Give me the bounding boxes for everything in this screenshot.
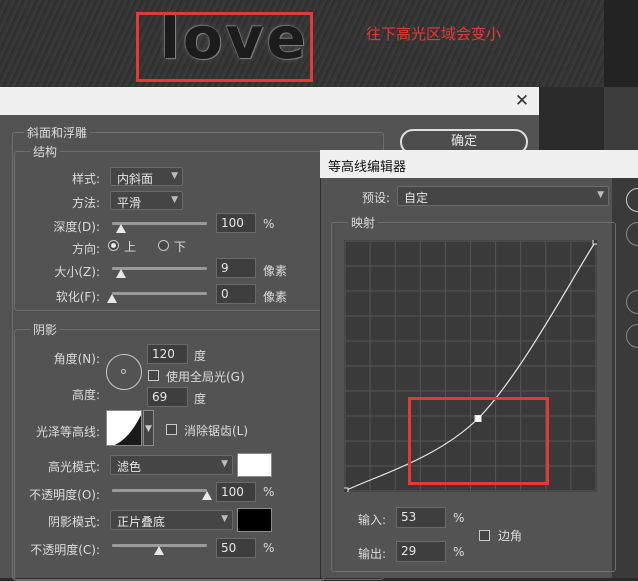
- depth-slider-handle[interactable]: [116, 224, 126, 233]
- layer-style-titlebar: [0, 87, 539, 115]
- annotation-highlight-box: [136, 12, 313, 82]
- depth-unit: %: [263, 217, 275, 231]
- shadow-color-swatch[interactable]: [237, 508, 272, 532]
- style-label: 样式:: [71, 172, 100, 186]
- input-field[interactable]: 53: [396, 507, 446, 528]
- ce-save-button[interactable]: [626, 324, 638, 348]
- soften-unit: 像素: [263, 290, 288, 304]
- soften-slider[interactable]: [112, 292, 207, 295]
- preset-label: 预设:: [361, 191, 390, 205]
- angle-label: 角度(N):: [53, 352, 100, 366]
- angle-dial-icon[interactable]: [106, 354, 142, 390]
- chevron-down-icon: ▼: [171, 195, 178, 205]
- contour-editor-title: 等高线编辑器: [328, 160, 407, 175]
- shadow-opacity-input[interactable]: 50: [216, 538, 256, 558]
- global-light-label: 使用全局光(G): [166, 370, 245, 384]
- angle-dial-center: [121, 369, 126, 374]
- size-slider[interactable]: [112, 267, 207, 270]
- preset-dropdown[interactable]: 自定 ▼: [397, 186, 609, 206]
- direction-up-label: 上: [124, 240, 137, 254]
- depth-input[interactable]: 100: [216, 213, 256, 233]
- curve-point[interactable]: [341, 487, 349, 495]
- size-slider-handle[interactable]: [116, 269, 126, 278]
- structure-title: 结构: [30, 143, 61, 160]
- curve-point[interactable]: [592, 237, 600, 245]
- style-value: 内斜面: [117, 172, 154, 186]
- depth-slider[interactable]: [112, 222, 207, 225]
- shadow-mode-value: 正片叠底: [117, 515, 166, 529]
- altitude-unit: 度: [194, 392, 207, 406]
- highlight-mode-label: 高光模式:: [47, 460, 100, 474]
- gloss-contour-label: 光泽等高线:: [35, 425, 100, 439]
- output-unit: %: [453, 545, 465, 559]
- technique-label: 方法:: [71, 196, 100, 210]
- gloss-contour-preview[interactable]: [106, 410, 142, 446]
- highlight-opacity-slider[interactable]: [112, 489, 207, 492]
- shadow-opacity-label: 不透明度(C):: [30, 543, 100, 557]
- shadow-opacity-slider-handle[interactable]: [154, 546, 164, 555]
- highlight-opacity-input[interactable]: 100: [216, 482, 256, 502]
- shadow-mode-label: 阴影模式:: [47, 515, 100, 529]
- corner-label: 边角: [498, 529, 523, 543]
- soften-slider-handle[interactable]: [107, 294, 117, 303]
- shadow-mode-dropdown[interactable]: 正片叠底 ▼: [110, 510, 233, 530]
- highlight-opacity-label: 不透明度(O):: [29, 488, 100, 502]
- bevel-emboss-title: 斜面和浮雕: [24, 124, 91, 141]
- mapping-title: 映射: [348, 214, 379, 231]
- highlight-opacity-unit: %: [263, 485, 275, 499]
- angle-input[interactable]: 120: [147, 344, 188, 364]
- document-canvas: [0, 0, 638, 87]
- shadow-opacity-unit: %: [263, 541, 275, 555]
- chevron-down-icon: ▼: [221, 459, 228, 469]
- highlight-opacity-slider-handle[interactable]: [202, 491, 212, 500]
- altitude-label: 高度:: [71, 388, 100, 402]
- canvas-edge: [604, 0, 638, 87]
- highlight-color-swatch[interactable]: [237, 453, 272, 477]
- anti-aliased-label: 消除锯齿(L): [184, 424, 249, 438]
- style-dropdown[interactable]: 内斜面 ▼: [110, 167, 183, 186]
- direction-label: 方向:: [71, 242, 100, 256]
- output-label: 输出:: [358, 547, 387, 561]
- technique-value: 平滑: [117, 196, 142, 210]
- angle-unit: 度: [194, 349, 207, 363]
- global-light-checkbox[interactable]: [148, 370, 159, 381]
- chevron-down-icon[interactable]: ▼: [143, 410, 154, 446]
- ce-ok-button[interactable]: [626, 188, 638, 212]
- chevron-down-icon: ▼: [597, 190, 604, 200]
- depth-label: 深度(D):: [53, 220, 100, 234]
- corner-checkbox[interactable]: [479, 530, 490, 541]
- direction-down-radio[interactable]: [158, 240, 169, 251]
- size-input[interactable]: 9: [216, 258, 256, 278]
- direction-up-radio[interactable]: [108, 240, 119, 251]
- contour-thumbnail-icon: [114, 414, 141, 445]
- highlight-mode-value: 滤色: [117, 460, 142, 474]
- input-unit: %: [453, 511, 465, 525]
- anti-aliased-checkbox[interactable]: [166, 424, 177, 435]
- output-field[interactable]: 29: [396, 541, 446, 562]
- altitude-input[interactable]: 69: [147, 387, 188, 407]
- soften-label: 软化(F):: [55, 290, 100, 304]
- highlight-mode-dropdown[interactable]: 滤色 ▼: [110, 455, 233, 475]
- ce-cancel-button[interactable]: [626, 222, 638, 246]
- chevron-down-icon: ▼: [221, 514, 228, 524]
- technique-dropdown[interactable]: 平滑 ▼: [110, 191, 183, 210]
- size-unit: 像素: [263, 264, 288, 278]
- size-label: 大小(Z):: [54, 265, 100, 279]
- annotation-text: 往下高光区域会变小: [366, 25, 502, 43]
- close-icon[interactable]: ✕: [512, 91, 532, 111]
- annotation-highlight-box: [408, 397, 549, 485]
- direction-down-label: 下: [174, 240, 187, 254]
- chevron-down-icon: ▼: [171, 171, 178, 181]
- preset-value: 自定: [404, 191, 429, 205]
- input-label: 输入:: [358, 513, 387, 527]
- shading-title: 阴影: [30, 321, 61, 338]
- soften-input[interactable]: 0: [216, 284, 256, 304]
- ce-load-button[interactable]: [626, 290, 638, 314]
